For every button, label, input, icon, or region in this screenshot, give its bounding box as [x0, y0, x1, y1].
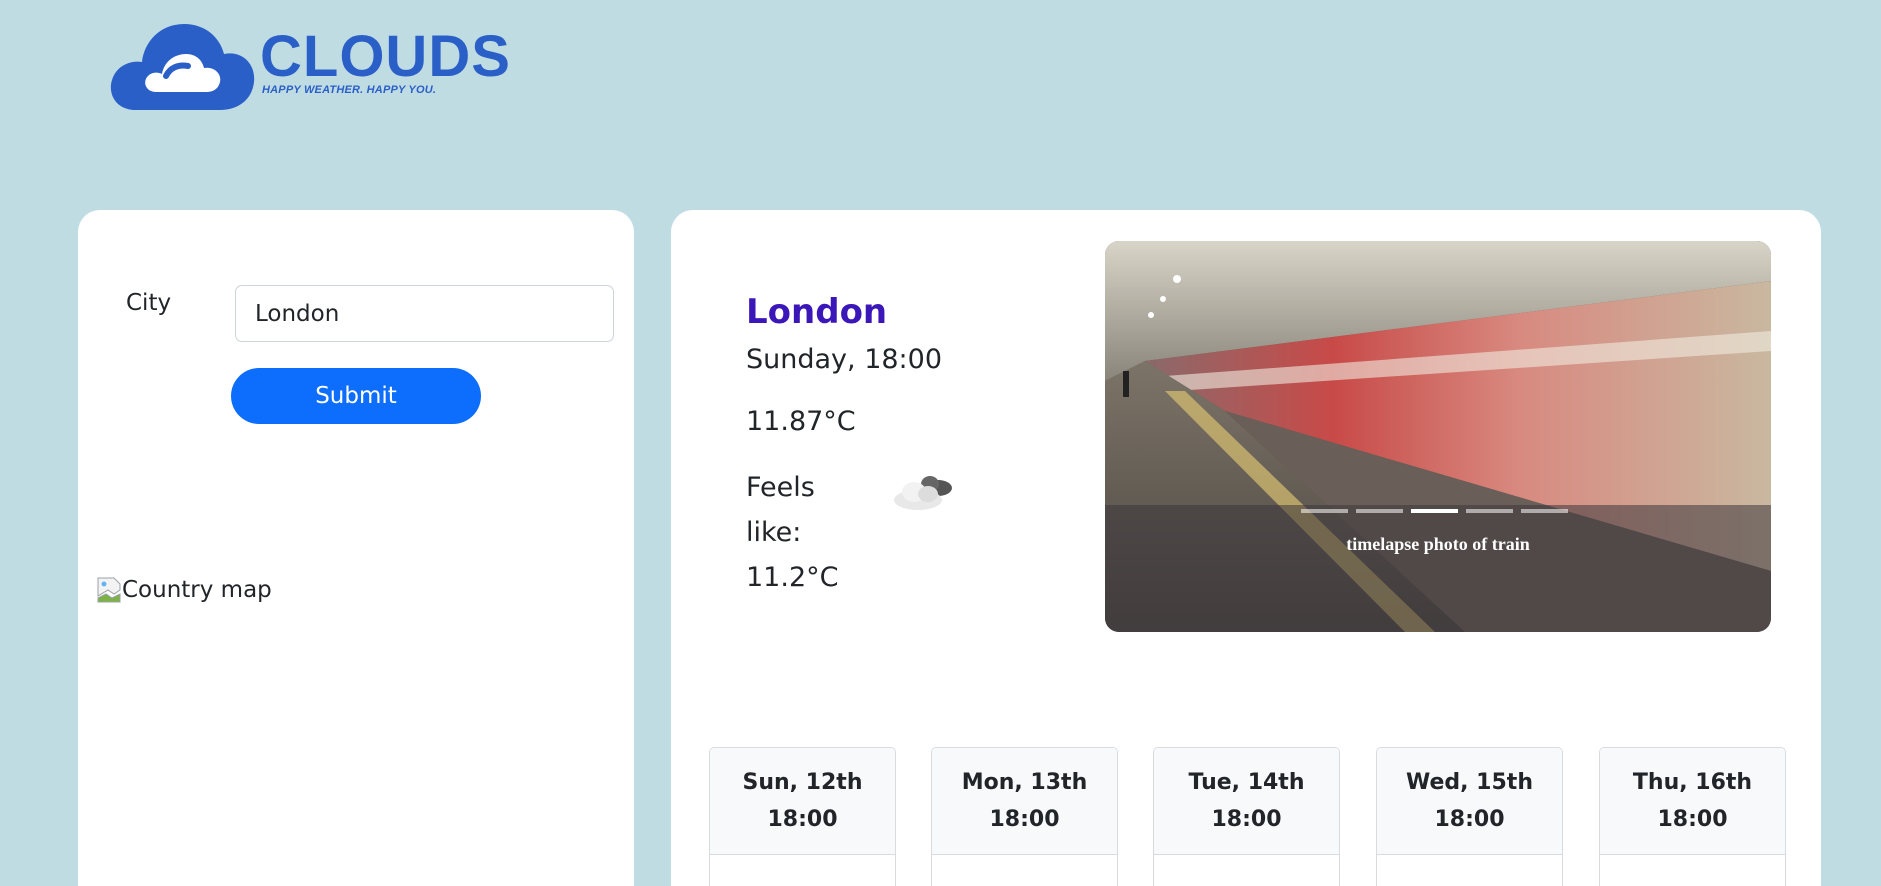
forecast-time: 18:00 [1434, 807, 1505, 832]
cloud-logo-icon [110, 24, 255, 110]
image-carousel[interactable]: timelapse photo of train [1105, 241, 1771, 632]
submit-button[interactable]: Submit [231, 368, 481, 424]
forecast-day: Mon, 13th [961, 770, 1088, 795]
cloudy-icon [894, 476, 952, 510]
country-map-alt-text: Country map [122, 577, 272, 603]
forecast-card-header: Mon, 13th 18:00 [932, 748, 1117, 855]
forecast-day: Wed, 15th [1406, 770, 1533, 795]
broken-image-icon [97, 577, 121, 603]
logo-wordmark: CLOUDS [260, 24, 511, 89]
forecast-card-header: Sun, 12th 18:00 [710, 748, 895, 855]
clouds-logo[interactable]: CLOUDS HAPPY WEATHER. HAPPY YOU. [108, 20, 528, 115]
current-temperature: 11.87°C [746, 406, 856, 437]
carousel-indicator-2[interactable] [1356, 509, 1403, 513]
page: CLOUDS HAPPY WEATHER. HAPPY YOU. City Su… [0, 0, 1881, 886]
carousel-indicator-1[interactable] [1301, 509, 1348, 513]
forecast-day: Tue, 14th [1188, 770, 1305, 795]
forecast-time: 18:00 [1211, 807, 1282, 832]
forecast-card: Wed, 15th 18:00 [1376, 747, 1563, 886]
city-input[interactable] [235, 285, 614, 342]
forecast-card-header: Tue, 14th 18:00 [1154, 748, 1339, 855]
forecast-card: Mon, 13th 18:00 [931, 747, 1118, 886]
forecast-card-header: Thu, 16th 18:00 [1600, 748, 1785, 855]
country-map-image: Country map [96, 576, 272, 604]
carousel-indicators [1301, 509, 1568, 513]
carousel-indicator-3[interactable] [1411, 509, 1458, 513]
forecast-card: Thu, 16th 18:00 [1599, 747, 1786, 886]
forecast-time: 18:00 [989, 807, 1060, 832]
feels-like-temperature: Feels like: 11.2°C [746, 472, 839, 593]
carousel-indicator-4[interactable] [1466, 509, 1513, 513]
carousel-indicator-5[interactable] [1521, 509, 1568, 513]
current-datetime: Sunday, 18:00 [746, 344, 943, 375]
carousel-caption-overlay [1105, 505, 1771, 632]
logo-tagline: HAPPY WEATHER. HAPPY YOU. [262, 84, 437, 96]
city-label: City [126, 290, 172, 316]
current-city-name: London [746, 292, 888, 332]
forecast-time: 18:00 [1657, 807, 1728, 832]
forecast-day: Thu, 16th [1632, 770, 1753, 795]
forecast-time: 18:00 [767, 807, 838, 832]
forecast-day: Sun, 12th [742, 770, 863, 795]
carousel-caption: timelapse photo of train [1346, 534, 1530, 554]
forecast-card: Sun, 12th 18:00 [709, 747, 896, 886]
forecast-card: Tue, 14th 18:00 [1153, 747, 1340, 886]
forecast-card-header: Wed, 15th 18:00 [1377, 748, 1562, 855]
